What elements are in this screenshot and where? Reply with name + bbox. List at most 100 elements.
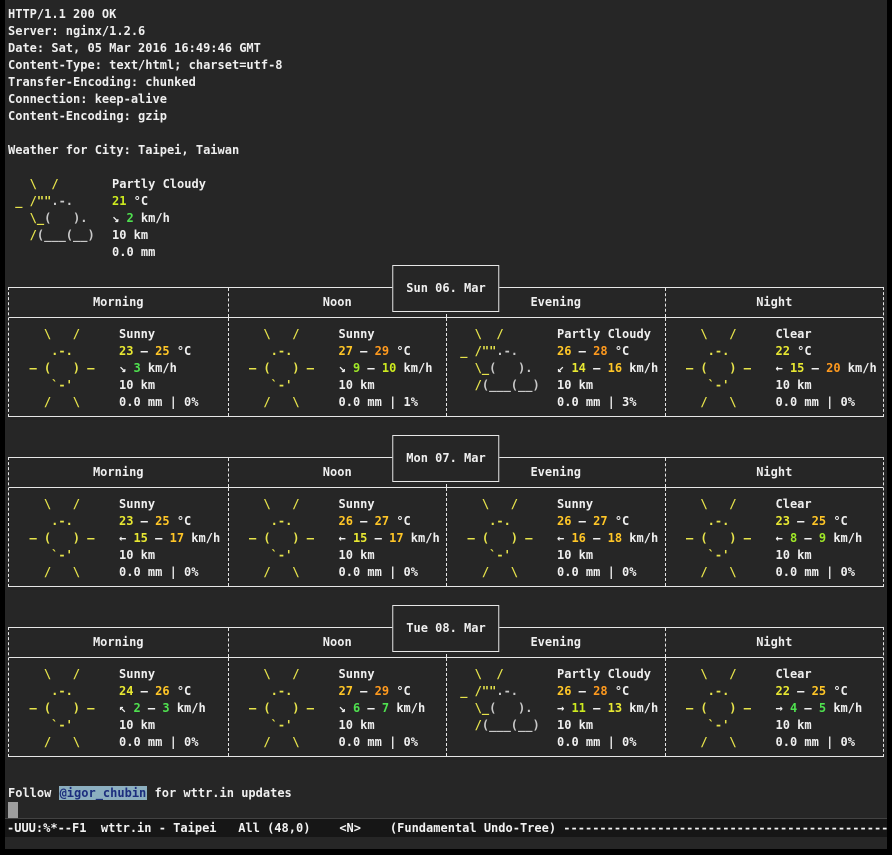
condition: Sunny (119, 496, 220, 513)
visibility: 10 km (119, 547, 220, 564)
column-header-night: Night (665, 288, 884, 317)
visibility: 10 km (776, 717, 863, 734)
day-label: Tue 08. Mar (392, 605, 499, 652)
forecast-cell-morning: \ / .-. – ( ) – `-' / \Sunny24 – 26 °C↖ … (9, 658, 228, 756)
condition: Clear (776, 666, 863, 683)
weather-detail-lines: Sunny23 – 25 °C↘ 3 km/h10 km0.0 mm | 0% (119, 326, 198, 411)
precipitation: 0.0 mm | 3% (557, 394, 658, 411)
forecast-body-row: \ / .-. – ( ) – `-' / \Sunny24 – 26 °C↖ … (9, 658, 883, 756)
condition: Partly Cloudy (112, 176, 206, 193)
column-header-morning: Morning (9, 288, 228, 317)
temperature-range: 23 – 25 °C (776, 513, 863, 530)
wind: ← 15 – 20 km/h (776, 360, 877, 377)
wind: ↘ 6 – 7 km/h (339, 700, 426, 717)
forecast-cell-morning: \ / .-. – ( ) – `-' / \Sunny23 – 25 °C← … (9, 488, 228, 586)
sunny-icon: \ / .-. – ( ) – `-' / \ (235, 496, 339, 581)
footer-line: Follow @igor_chubin for wttr.in updates (8, 785, 887, 802)
terminal-window: HTTP/1.1 200 OK Server: nginx/1.2.6 Date… (5, 0, 887, 849)
wind: → 11 – 13 km/h (557, 700, 658, 717)
forecast-cell-evening: \ / _ /"".-. \_( ). /(___(__)Partly Clou… (446, 318, 665, 416)
sunny-icon: \ / .-. – ( ) – `-' / \ (235, 666, 339, 751)
condition: Clear (776, 496, 863, 513)
weather-detail-lines: Clear23 – 25 °C← 8 – 9 km/h10 km0.0 mm |… (776, 496, 863, 581)
column-header-night: Night (665, 458, 884, 487)
precipitation: 0.0 mm | 0% (119, 564, 220, 581)
column-header-morning: Morning (9, 458, 228, 487)
text-cursor (8, 802, 18, 818)
weather-detail-lines: Sunny23 – 25 °C← 15 – 17 km/h10 km0.0 mm… (119, 496, 220, 581)
precipitation: 0.0 mm | 0% (119, 394, 198, 411)
visibility: 10 km (557, 377, 658, 394)
condition: Sunny (339, 496, 440, 513)
weather-detail-lines: Sunny24 – 26 °C↖ 2 – 3 km/h10 km0.0 mm |… (119, 666, 206, 751)
footer-text-pre: Follow (8, 786, 59, 800)
visibility: 10 km (119, 377, 198, 394)
visibility: 10 km (119, 717, 206, 734)
visibility: 10 km (557, 547, 658, 564)
precipitation: 0.0 mm | 0% (557, 734, 658, 751)
http-response-headers: HTTP/1.1 200 OK Server: nginx/1.2.6 Date… (8, 6, 887, 125)
day-label: Sun 06. Mar (392, 265, 499, 312)
sunny-icon: \ / .-. – ( ) – `-' / \ (672, 326, 776, 411)
wind: ← 15 – 17 km/h (339, 530, 440, 547)
weather-detail-lines: Clear22 °C← 15 – 20 km/h10 km0.0 mm | 0% (776, 326, 877, 411)
sunny-icon: \ / .-. – ( ) – `-' / \ (235, 326, 339, 411)
sunny-icon: \ / .-. – ( ) – `-' / \ (15, 666, 119, 751)
precipitation: 0.0 mm | 0% (339, 564, 440, 581)
weather-detail-lines: Sunny26 – 27 °C← 16 – 18 km/h10 km0.0 mm… (557, 496, 658, 581)
temperature-range: 27 – 29 °C (339, 683, 426, 700)
precipitation: 0.0 mm | 0% (119, 734, 206, 751)
forecast-cell-morning: \ / .-. – ( ) – `-' / \Sunny23 – 25 °C↘ … (9, 318, 228, 416)
forecast-cell-noon: \ / .-. – ( ) – `-' / \Sunny26 – 27 °C← … (228, 488, 447, 586)
forecast-cell-noon: \ / .-. – ( ) – `-' / \Sunny27 – 29 °C↘ … (228, 318, 447, 416)
condition: Clear (776, 326, 877, 343)
forecast-day: Mon 07. MarMorningNoonEveningNight \ / .… (8, 457, 884, 587)
visibility: 10 km (557, 717, 658, 734)
cursor-line (8, 802, 887, 819)
temperature-range: 23 – 25 °C (119, 513, 220, 530)
sunny-icon: \ / .-. – ( ) – `-' / \ (672, 496, 776, 581)
current-weather-icon: \ / _ /"".-. \_( ). /(___(__) (8, 176, 112, 244)
weather-detail-lines: Partly Cloudy26 – 28 °C↙ 14 – 16 km/h10 … (557, 326, 658, 411)
wind: ↙ 14 – 16 km/h (557, 360, 658, 377)
precipitation: 0.0 mm | 0% (776, 564, 863, 581)
day-label: Mon 07. Mar (392, 435, 499, 482)
sunny-icon: \ / .-. – ( ) – `-' / \ (672, 666, 776, 751)
temperature-range: 26 – 27 °C (557, 513, 658, 530)
condition: Sunny (119, 666, 206, 683)
wind: ↖ 2 – 3 km/h (119, 700, 206, 717)
partly-cloudy-icon: \ / _ /"".-. \_( ). /(___(__) (453, 326, 557, 394)
temperature-range: 22 – 25 °C (776, 683, 863, 700)
emacs-modeline: -UUU:%*--F1 wttr.in - Taipei All (48,0) … (5, 818, 887, 837)
visibility: 10 km (339, 547, 440, 564)
location-line: Weather for City: Taipei, Taiwan (8, 142, 887, 159)
visibility: 10 km (776, 547, 863, 564)
visibility: 10 km (776, 377, 877, 394)
visibility: 10 km (339, 377, 433, 394)
forecast-body-row: \ / .-. – ( ) – `-' / \Sunny23 – 25 °C← … (9, 488, 883, 586)
sunny-icon: \ / .-. – ( ) – `-' / \ (15, 326, 119, 411)
forecast-cell-evening: \ / _ /"".-. \_( ). /(___(__)Partly Clou… (446, 658, 665, 756)
column-header-morning: Morning (9, 628, 228, 657)
weather-detail-lines: Clear22 – 25 °C→ 4 – 5 km/h10 km0.0 mm |… (776, 666, 863, 751)
partly-cloudy-icon: \ / _ /"".-. \_( ). /(___(__) (453, 666, 557, 734)
forecast-body-row: \ / .-. – ( ) – `-' / \Sunny23 – 25 °C↘ … (9, 318, 883, 416)
precipitation: 0.0 mm | 0% (557, 564, 658, 581)
forecast-day: Tue 08. MarMorningNoonEveningNight \ / .… (8, 627, 884, 757)
condition: Partly Cloudy (557, 326, 658, 343)
temperature-range: 26 – 27 °C (339, 513, 440, 530)
weather-detail-lines: Sunny26 – 27 °C← 15 – 17 km/h10 km0.0 mm… (339, 496, 440, 581)
forecast-days: Sun 06. MarMorningNoonEveningNight \ / .… (8, 287, 887, 757)
precipitation: 0.0 mm (112, 244, 206, 261)
forecast-cell-noon: \ / .-. – ( ) – `-' / \Sunny27 – 29 °C↘ … (228, 658, 447, 756)
current-conditions: \ / _ /"".-. \_( ). /(___(__) Partly Clo… (8, 176, 887, 261)
wind: ← 16 – 18 km/h (557, 530, 658, 547)
twitter-link[interactable]: @igor_chubin (59, 786, 148, 800)
condition: Sunny (339, 326, 433, 343)
condition: Sunny (119, 326, 198, 343)
precipitation: 0.0 mm | 0% (776, 734, 863, 751)
sunny-icon: \ / .-. – ( ) – `-' / \ (453, 496, 557, 581)
weather-detail-lines: Sunny27 – 29 °C↘ 6 – 7 km/h10 km0.0 mm |… (339, 666, 426, 751)
visibility: 10 km (112, 227, 206, 244)
condition: Sunny (557, 496, 658, 513)
